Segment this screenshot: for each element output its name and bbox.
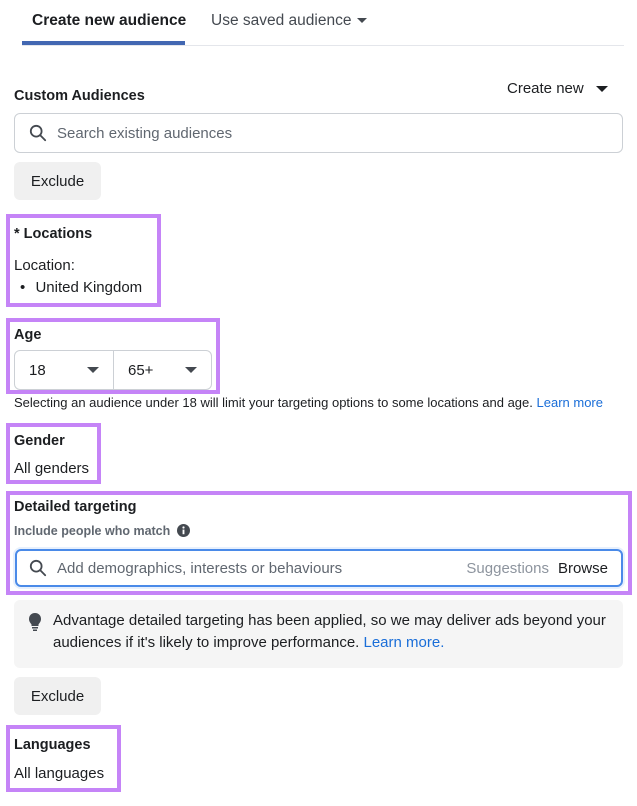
detailed-targeting-placeholder: Add demographics, interests or behaviour… xyxy=(57,559,343,577)
custom-audience-search-input[interactable]: Search existing audiences xyxy=(14,113,623,153)
age-max-value: 65+ xyxy=(128,361,154,379)
age-label: Age xyxy=(14,327,42,343)
lightbulb-icon xyxy=(29,613,41,631)
locations-label: * Locations xyxy=(14,226,93,242)
location-list-item: • United Kingdom xyxy=(20,279,142,296)
age-learn-more-link[interactable]: Learn more xyxy=(537,395,603,410)
caret-down-icon xyxy=(185,367,197,373)
languages-label: Languages xyxy=(14,737,91,753)
search-icon xyxy=(29,124,47,142)
tab-use-saved-audience-label: Use saved audience xyxy=(211,12,352,29)
tab-use-saved-audience[interactable]: Use saved audience xyxy=(211,12,368,30)
location-value: United Kingdom xyxy=(35,279,143,296)
location-sublabel: Location: xyxy=(14,257,75,274)
include-people-label: Include people who match xyxy=(14,524,190,538)
languages-value[interactable]: All languages xyxy=(14,765,104,782)
age-range-select: 18 65+ xyxy=(14,350,212,390)
browse-button[interactable]: Browse xyxy=(558,560,608,577)
create-new-dropdown[interactable]: Create new xyxy=(507,80,608,97)
advantage-notice: Advantage detailed targeting has been ap… xyxy=(14,600,623,668)
gender-value[interactable]: All genders xyxy=(14,460,89,477)
detailed-targeting-exclude-button[interactable]: Exclude xyxy=(14,677,101,715)
advantage-learn-more-link[interactable]: Learn more. xyxy=(364,634,445,651)
tab-create-new-audience[interactable]: Create new audience xyxy=(32,12,186,30)
active-tab-indicator xyxy=(22,41,185,45)
bullet: • xyxy=(20,279,26,296)
search-placeholder: Search existing audiences xyxy=(57,124,233,142)
caret-down-icon xyxy=(87,367,99,373)
search-icon xyxy=(29,559,47,577)
create-new-label: Create new xyxy=(507,80,584,97)
custom-audience-exclude-button[interactable]: Exclude xyxy=(14,162,101,200)
caret-down-icon xyxy=(595,86,608,93)
suggestions-button[interactable]: Suggestions xyxy=(466,560,549,577)
age-max-dropdown[interactable]: 65+ xyxy=(113,351,211,389)
age-note-text: Selecting an audience under 18 will limi… xyxy=(14,395,533,410)
advantage-message-text: Advantage detailed targeting has been ap… xyxy=(53,612,606,651)
caret-down-icon xyxy=(357,18,368,24)
gender-label: Gender xyxy=(14,433,65,449)
info-icon[interactable] xyxy=(176,524,190,537)
advantage-message: Advantage detailed targeting has been ap… xyxy=(53,610,613,654)
custom-audiences-label: Custom Audiences xyxy=(14,88,145,104)
age-note: Selecting an audience under 18 will limi… xyxy=(14,395,603,410)
audience-tabs: Create new audience Use saved audience xyxy=(22,0,624,46)
detailed-targeting-label: Detailed targeting xyxy=(14,499,137,515)
include-people-text: Include people who match xyxy=(14,524,171,538)
detailed-targeting-search-input[interactable]: Add demographics, interests or behaviour… xyxy=(15,549,623,587)
age-min-value: 18 xyxy=(29,361,46,379)
age-min-dropdown[interactable]: 18 xyxy=(15,351,113,389)
